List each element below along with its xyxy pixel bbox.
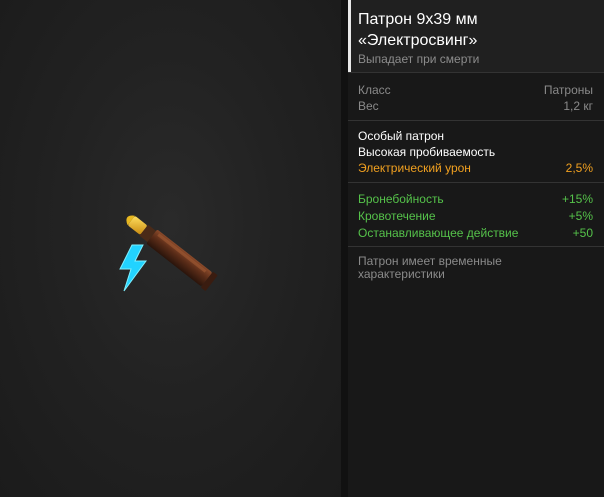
stat-row-stopping-power: Останавливающее действие +50: [358, 225, 593, 241]
item-title-line1: Патрон 9x39 мм: [358, 11, 478, 28]
electric-damage-row: Электрический урон 2,5%: [358, 160, 593, 176]
stat-row-armor-piercing: Бронебойность +15%: [358, 191, 593, 207]
info-row-weight: Вес 1,2 кг: [358, 98, 593, 114]
stat-label: Останавливающее действие: [358, 226, 519, 240]
drop-note: Выпадает при смерти: [358, 52, 480, 66]
temporary-stats-note: Патрон имеет временные характеристики: [358, 254, 502, 281]
separator: [348, 182, 604, 183]
stat-value: +5%: [568, 209, 593, 223]
special-line2: Высокая пробиваемость: [358, 145, 496, 159]
item-details-panel: Патрон 9x39 мм «Электросвинг» Выпадает п…: [348, 0, 604, 497]
cartridge-image: [119, 215, 218, 292]
info-label: Вес: [358, 99, 379, 113]
info-value: Патроны: [543, 83, 593, 97]
stat-value: +50: [572, 226, 593, 240]
stat-value: +15%: [561, 192, 593, 206]
special-line1: Особый патрон: [358, 129, 445, 143]
stat-label: Электрический урон: [358, 161, 471, 175]
item-title-line2: «Электросвинг»: [358, 32, 478, 49]
panel-divider: [341, 0, 348, 497]
stat-value: 2,5%: [565, 161, 593, 175]
header-accent-bar: [348, 0, 351, 72]
item-header: Патрон 9x39 мм «Электросвинг» Выпадает п…: [348, 0, 604, 72]
separator: [348, 246, 604, 247]
item-title: Патрон 9x39 мм «Электросвинг»: [358, 9, 598, 51]
stat-label: Бронебойность: [358, 192, 444, 206]
separator: [348, 72, 604, 73]
stat-label: Кровотечение: [358, 209, 436, 223]
info-label: Класс: [358, 83, 391, 97]
lightning-icon: [119, 244, 147, 292]
separator: [348, 120, 604, 121]
info-value: 1,2 кг: [563, 99, 593, 113]
stat-row-bleeding: Кровотечение +5%: [358, 208, 593, 224]
info-row-class: Класс Патроны: [358, 82, 593, 98]
item-preview-panel: [0, 0, 341, 497]
